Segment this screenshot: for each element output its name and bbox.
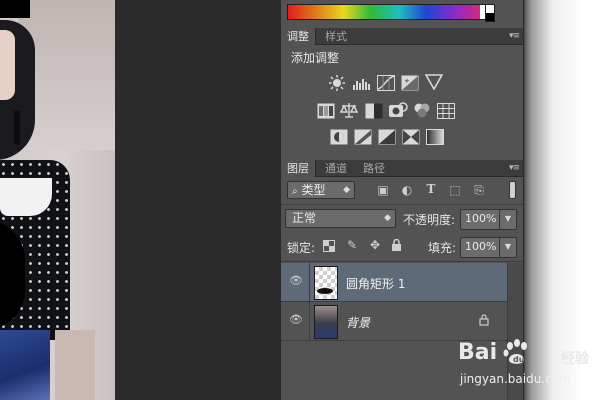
blend-mode-value: 正常 [292,211,317,225]
adjustment-layer-filter-icon[interactable]: ◐ [400,184,414,197]
canvas-skirt [0,330,50,400]
workspace-gutter [115,0,280,400]
opacity-input[interactable]: 100% [460,209,504,230]
threshold-icon[interactable] [378,129,396,145]
layer-thumbnail [314,305,338,339]
black-white-icon[interactable] [365,103,383,119]
blend-mode-select[interactable]: 正常 ◆ [285,209,396,228]
layer-name: 圆角矩形 1 [346,277,406,291]
adjustments-title: 添加调整 [291,51,340,65]
selective-color-icon[interactable] [402,129,420,145]
paw-logo-icon: du [503,339,527,364]
tab-layers[interactable]: 图层 [281,160,316,177]
canvas-face [0,30,15,100]
color-lookup-icon[interactable] [437,103,455,119]
select-arrow-icon: ◆ [343,185,350,195]
opacity-label: 不透明度: [403,213,456,227]
canvas-black-corner [0,0,30,18]
smart-object-filter-icon[interactable]: ⎘ [472,184,486,197]
channel-mixer-icon[interactable] [413,102,431,119]
shape-layer-filter-icon[interactable]: ⬚ [448,184,462,197]
hue-saturation-icon[interactable] [317,103,335,119]
canvas-earring [14,110,20,145]
eye-icon[interactable]: 👁︎ [289,275,303,286]
search-icon: ⌕ [292,186,298,197]
layer-row-rounded-rectangle[interactable]: 👁︎ 圆角矩形 1 [281,263,507,302]
curves-icon[interactable] [377,75,395,91]
adjustments-tab-bar: 调整 样式 ▾≡ [281,28,523,45]
color-balance-icon[interactable] [340,102,358,119]
layers-panel-menu-icon[interactable]: ▾≡ [509,163,520,173]
filter-toggle-switch[interactable] [509,181,516,199]
document-canvas[interactable] [0,0,115,400]
filter-kind-label: 类型 [301,183,326,197]
watermark-brand: Bai [458,340,498,365]
levels-icon[interactable] [352,75,372,91]
layers-tab-bar: 图层 通道 路径 ▾≡ [281,160,523,177]
lock-label: 锁定: [287,241,316,255]
select-arrow-icon: ◆ [384,213,391,223]
photo-filter-icon[interactable] [388,102,408,119]
pixel-layer-filter-icon[interactable]: ▣ [376,184,390,197]
tab-adjustments[interactable]: 调整 [281,28,316,45]
eye-icon[interactable]: 👁︎ [289,314,303,325]
opacity-dropdown-button[interactable]: ▼ [499,209,517,230]
tab-styles[interactable]: 样式 [319,28,353,45]
color-spectrum-bar[interactable] [287,4,495,22]
tab-paths[interactable]: 路径 [357,160,391,177]
black-white-swatch[interactable] [485,4,495,22]
watermark-jingyan: 经验 [561,351,589,367]
layer-thumbnail [314,266,338,300]
layer-filter-kind-select[interactable]: ⌕ 类型 ◆ [287,181,355,199]
fill-input[interactable]: 100% [460,237,504,258]
divider [281,261,523,262]
lock-icon [479,314,489,326]
lock-transparent-pixels-icon[interactable] [323,240,335,252]
lock-position-icon[interactable]: ✥ [368,239,382,252]
watermark-url: jingyan.baidu.com [460,372,571,386]
svg-text:du: du [513,355,525,364]
fill-label: 填充: [428,241,457,255]
divider [281,204,523,205]
lock-all-icon[interactable] [391,239,402,252]
fill-dropdown-button[interactable]: ▼ [499,237,517,258]
layer-name: 背景 [346,316,371,330]
svg-text:+: + [404,77,410,85]
canvas-collar [0,178,52,216]
gradient-map-icon[interactable] [426,129,444,145]
type-layer-filter-icon[interactable]: T [424,183,438,196]
brightness-contrast-icon[interactable] [328,75,346,91]
canvas-leg [55,330,95,400]
panel-menu-icon[interactable]: ▾≡ [509,31,520,41]
lock-image-pixels-icon[interactable]: ✎ [345,239,359,252]
vibrance-icon[interactable] [425,74,443,90]
baidu-jingyan-watermark: Bai du 经验 jingyan.baidu.com [458,330,598,396]
exposure-icon[interactable]: + [401,75,419,91]
posterize-icon[interactable] [354,129,372,145]
invert-icon[interactable] [330,129,348,145]
tab-channels[interactable]: 通道 [319,160,353,177]
